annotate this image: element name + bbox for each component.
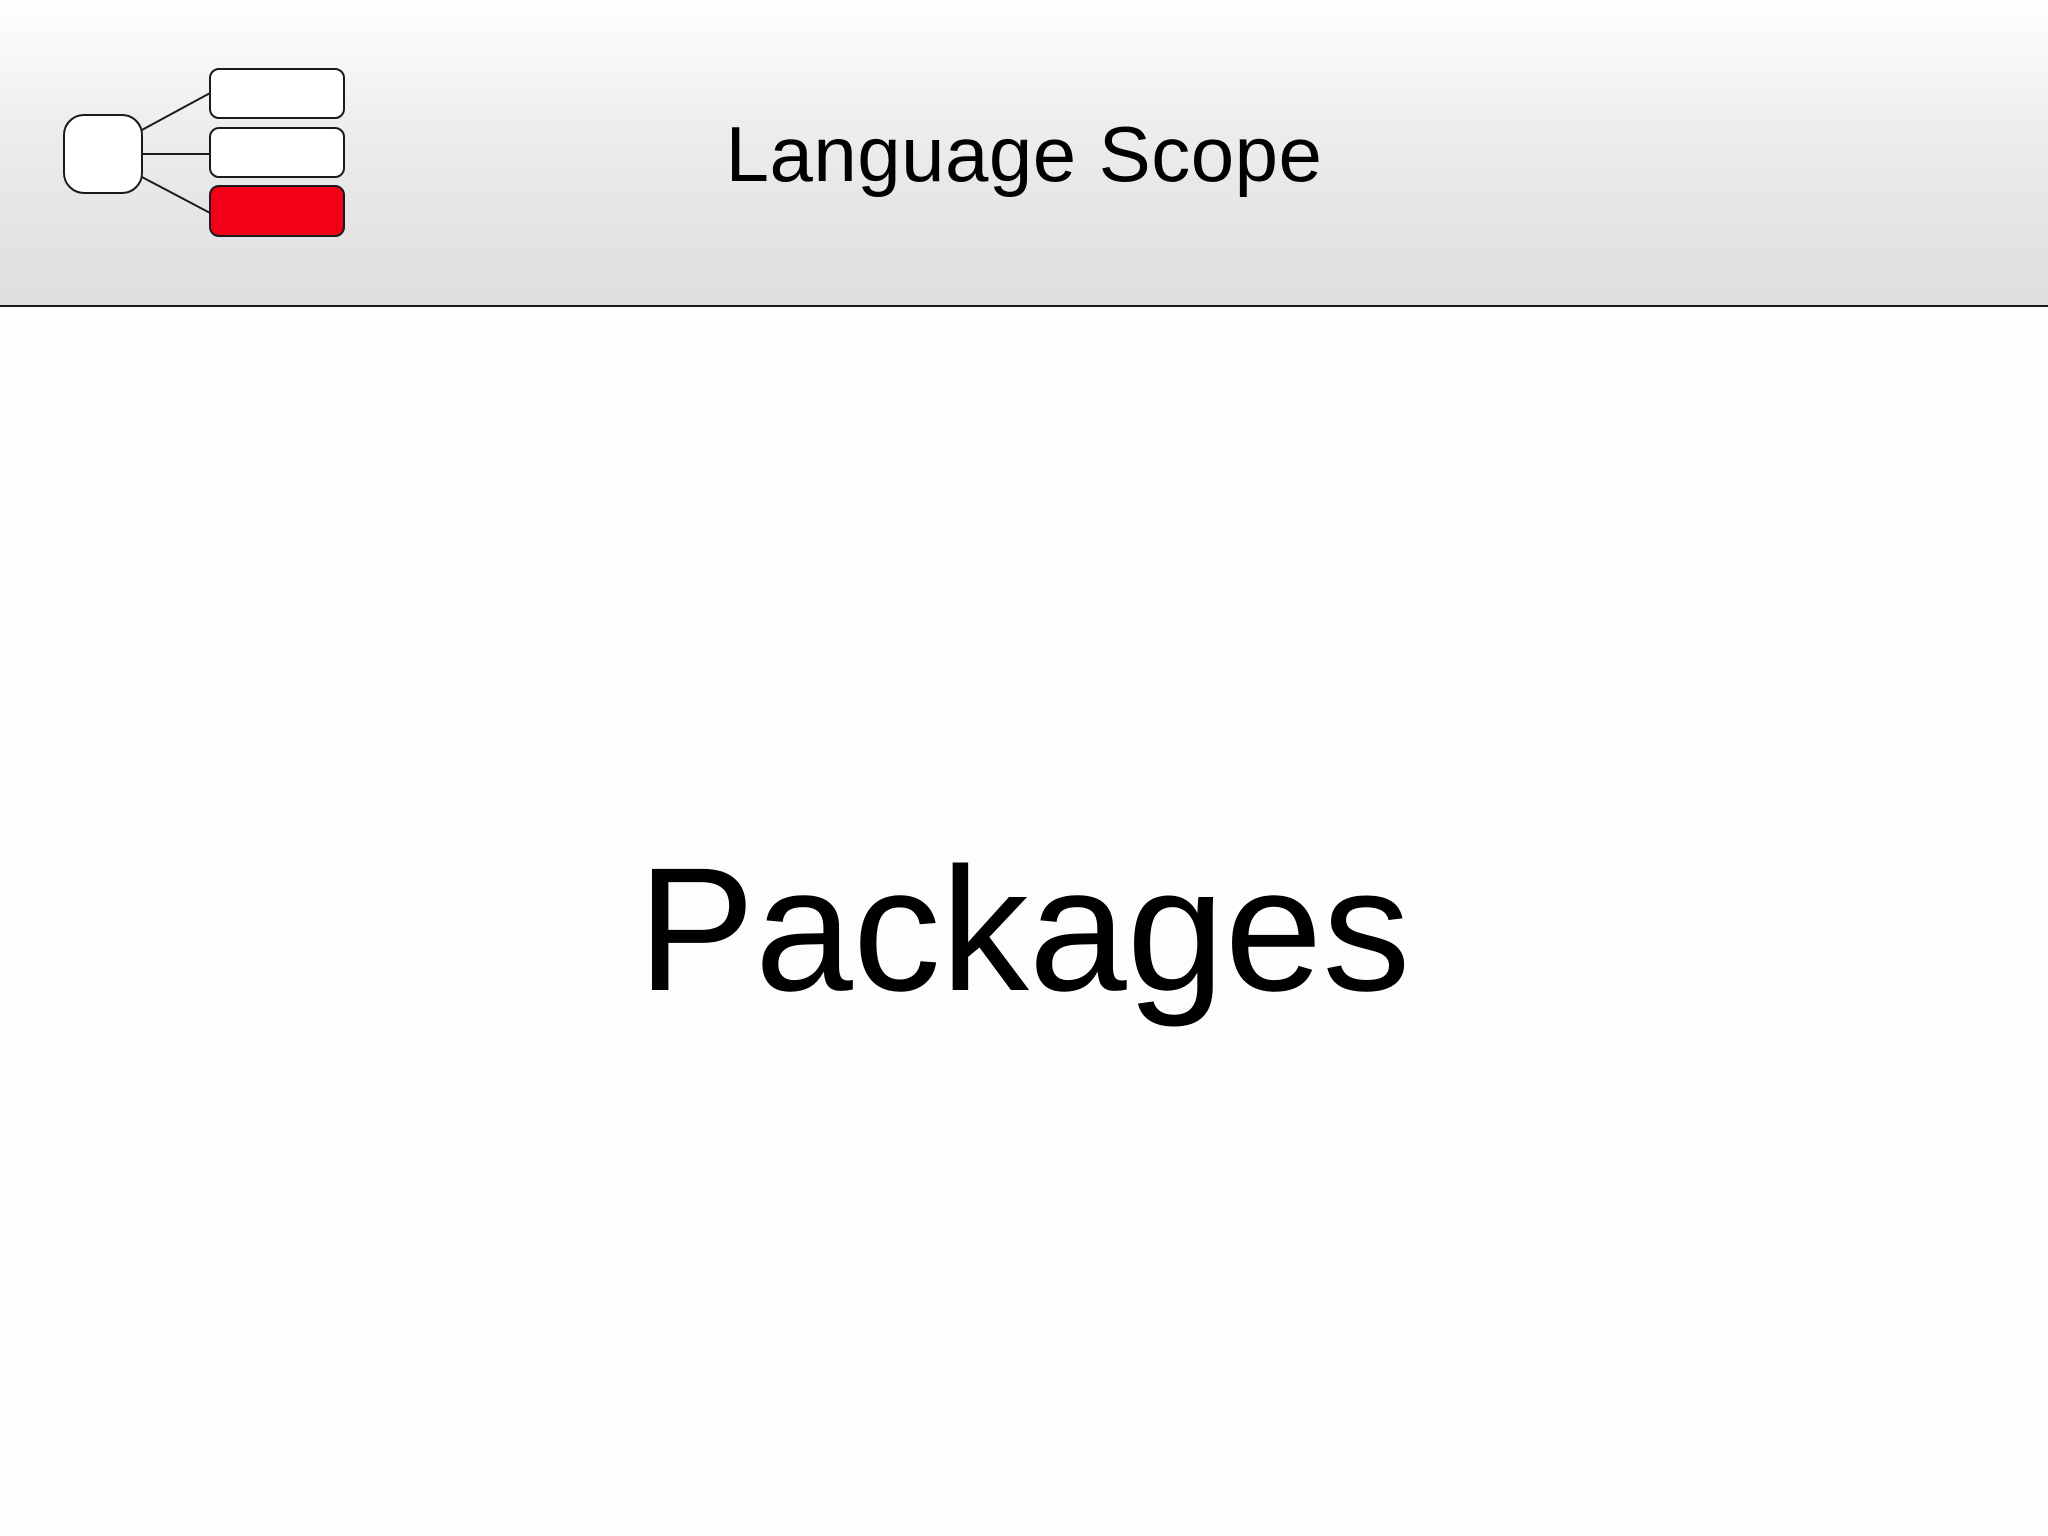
header-title: Language Scope xyxy=(725,110,1323,198)
slide-header: Language Scope xyxy=(0,0,2048,307)
slide: Language Scope Packages xyxy=(0,0,2048,1536)
section-title: Packages xyxy=(637,832,1411,1028)
